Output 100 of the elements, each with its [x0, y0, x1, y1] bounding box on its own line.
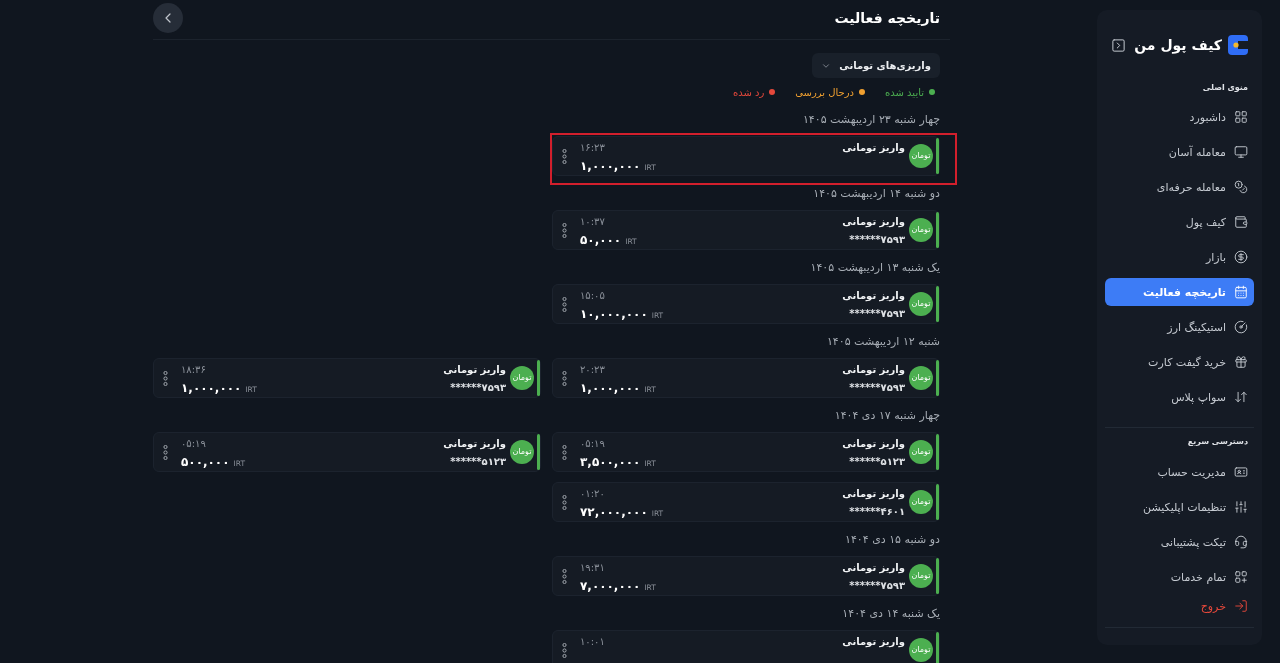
transaction-title: واریز تومانی [842, 561, 905, 575]
sliders-icon [1234, 500, 1248, 514]
legend-label: تایید شده [885, 86, 924, 98]
date-label: یک شنبه ۱۴ دی ۱۴۰۴ [842, 606, 940, 622]
menu-item[interactable]: خروج [1105, 598, 1254, 614]
date-label: دو شنبه ۱۵ دی ۱۴۰۴ [845, 532, 940, 548]
arrows-up-down-icon [1234, 390, 1248, 404]
legend-label: درحال بررسی [795, 86, 855, 98]
menu-item[interactable]: معامله آسان [1105, 138, 1254, 166]
page-title: تاریخچه فعالیت [834, 9, 940, 27]
kebab-menu-icon[interactable] [562, 148, 567, 164]
menu-item[interactable]: معامله حرفه‌ای [1105, 173, 1254, 201]
transaction-time: ۱۹:۳۱ [580, 561, 605, 575]
kebab-menu-icon[interactable] [562, 370, 567, 386]
kebab-menu-icon[interactable] [562, 568, 567, 584]
transaction-title: واریز تومانی [443, 437, 506, 451]
currency-badge: تومان [510, 440, 534, 464]
date-label: یک شنبه ۱۳ اردیبهشت ۱۴۰۵ [810, 260, 940, 276]
transaction-title: واریز تومانی [842, 215, 905, 229]
date-label: دو شنبه ۱۴ اردیبهشت ۱۴۰۵ [813, 186, 940, 202]
transaction-time: ۱۰:۳۷ [580, 215, 605, 229]
amount-text: ۷,۰۰۰,۰۰۰ [580, 579, 641, 593]
currency-badge: تومان [909, 564, 933, 588]
date-label: شنبه ۱۲ اردیبهشت ۱۴۰۵ [826, 334, 940, 350]
logo-icon [1228, 35, 1248, 55]
transaction-title: واریز تومانی [443, 363, 506, 377]
transaction-title: واریز تومانی [842, 363, 905, 377]
gift-icon [1234, 355, 1248, 369]
card-number: ******۷۵۹۳ [849, 307, 905, 321]
section-label: دسترسی سریع [1187, 437, 1248, 447]
amount-text: ۱,۰۰۰,۰۰۰ [580, 159, 641, 173]
card-number: ******۵۱۲۳ [450, 455, 506, 469]
currency-badge: تومان [909, 144, 933, 168]
card-number: ******۷۵۹۳ [849, 579, 905, 593]
menu-item[interactable]: مدیریت حساب [1105, 458, 1254, 486]
menu-item[interactable]: تیکت پشتیبانی [1105, 528, 1254, 556]
menu-item[interactable]: استیکینگ ارز [1105, 313, 1254, 341]
transaction-time: ۱۵:۰۵ [580, 289, 605, 303]
transaction-time: ۲۰:۲۳ [580, 363, 605, 377]
menu-item[interactable]: تنظیمات اپلیکیشن [1105, 493, 1254, 521]
menu-item[interactable]: کیف پول [1105, 208, 1254, 236]
amount-text: ۵۰۰,۰۰۰ [181, 455, 230, 469]
calendar-icon [1234, 285, 1248, 299]
menu-item[interactable]: خرید گیفت کارت [1105, 348, 1254, 376]
amount-text: ۱,۰۰۰,۰۰۰ [181, 381, 242, 395]
card-number: ******۵۱۲۳ [849, 455, 905, 469]
transaction-title: واریز تومانی [842, 635, 905, 649]
amount-text: ۷۲,۰۰۰,۰۰۰ [580, 505, 648, 519]
section-label: منوی اصلی [1202, 83, 1248, 93]
card-number: ******۷۵۹۳ [450, 381, 506, 395]
menu-item[interactable]: بازار [1105, 243, 1254, 271]
square-chevron-icon[interactable] [1111, 37, 1126, 53]
logout-icon [1234, 599, 1248, 613]
transaction-time: ۱۸:۳۶ [181, 363, 206, 377]
kebab-menu-icon[interactable] [163, 370, 168, 386]
kebab-menu-icon[interactable] [562, 222, 567, 238]
transaction-time: ۱۰:۰۱ [580, 635, 605, 649]
amount-text: ۵۰,۰۰۰ [580, 233, 622, 247]
currency-badge: تومان [909, 218, 933, 242]
grid-plus-icon [1234, 570, 1248, 584]
kebab-menu-icon[interactable] [562, 296, 567, 312]
menu-item[interactable]: سواپ پلاس [1105, 383, 1254, 411]
headset-icon [1234, 535, 1248, 549]
transaction-time: ۱۶:۲۳ [580, 141, 605, 155]
grid-icon [1234, 110, 1248, 124]
currency-badge: تومان [510, 366, 534, 390]
currency-badge: تومان [909, 366, 933, 390]
back-button[interactable] [153, 3, 183, 33]
gauge-icon [1234, 320, 1248, 334]
kebab-menu-icon[interactable] [562, 494, 567, 510]
card-number: ******۷۵۹۳ [849, 233, 905, 247]
transaction-time: ۰۵:۱۹ [181, 437, 206, 451]
currency-badge: تومان [909, 292, 933, 316]
transaction-title: واریز تومانی [842, 437, 905, 451]
transaction-title: واریز تومانی [842, 487, 905, 501]
date-label: چهار شنبه ۱۷ دی ۱۴۰۴ [834, 408, 940, 424]
transaction-title: واریز تومانی [842, 289, 905, 303]
dollar-coin-icon [1234, 250, 1248, 264]
legend-label: رد شده [732, 86, 765, 98]
currency-badge: تومان [909, 490, 933, 514]
monitor-icon [1234, 145, 1248, 159]
menu-item[interactable]: تمام خدمات [1105, 563, 1254, 591]
card-number: ******۷۵۹۳ [849, 381, 905, 395]
transaction-time: ۰۱:۲۰ [580, 487, 605, 501]
amount-text: ۱,۰۰۰,۰۰۰ [580, 381, 641, 395]
kebab-menu-icon[interactable] [562, 642, 567, 658]
filter-dropdown[interactable]: واریزی‌های تومانی [812, 53, 940, 78]
kebab-menu-icon[interactable] [562, 444, 567, 460]
transaction-title: واریز تومانی [842, 141, 905, 155]
kebab-menu-icon[interactable] [163, 444, 168, 460]
wallet-icon [1234, 215, 1248, 229]
currency-badge: تومان [909, 638, 933, 662]
menu-item[interactable]: تاریخچه فعالیت [1105, 278, 1254, 306]
logo-text: کیف پول من [1134, 36, 1222, 55]
menu-item[interactable]: داشبورد [1105, 103, 1254, 131]
transaction-time: ۰۵:۱۹ [580, 437, 605, 451]
amount-text: ۳,۵۰۰,۰۰۰ [580, 455, 641, 469]
date-label: چهار شنبه ۲۳ اردیبهشت ۱۴۰۵ [802, 112, 940, 128]
amount-text: ۱۰,۰۰۰,۰۰۰ [580, 307, 648, 321]
currency-badge: تومان [909, 440, 933, 464]
